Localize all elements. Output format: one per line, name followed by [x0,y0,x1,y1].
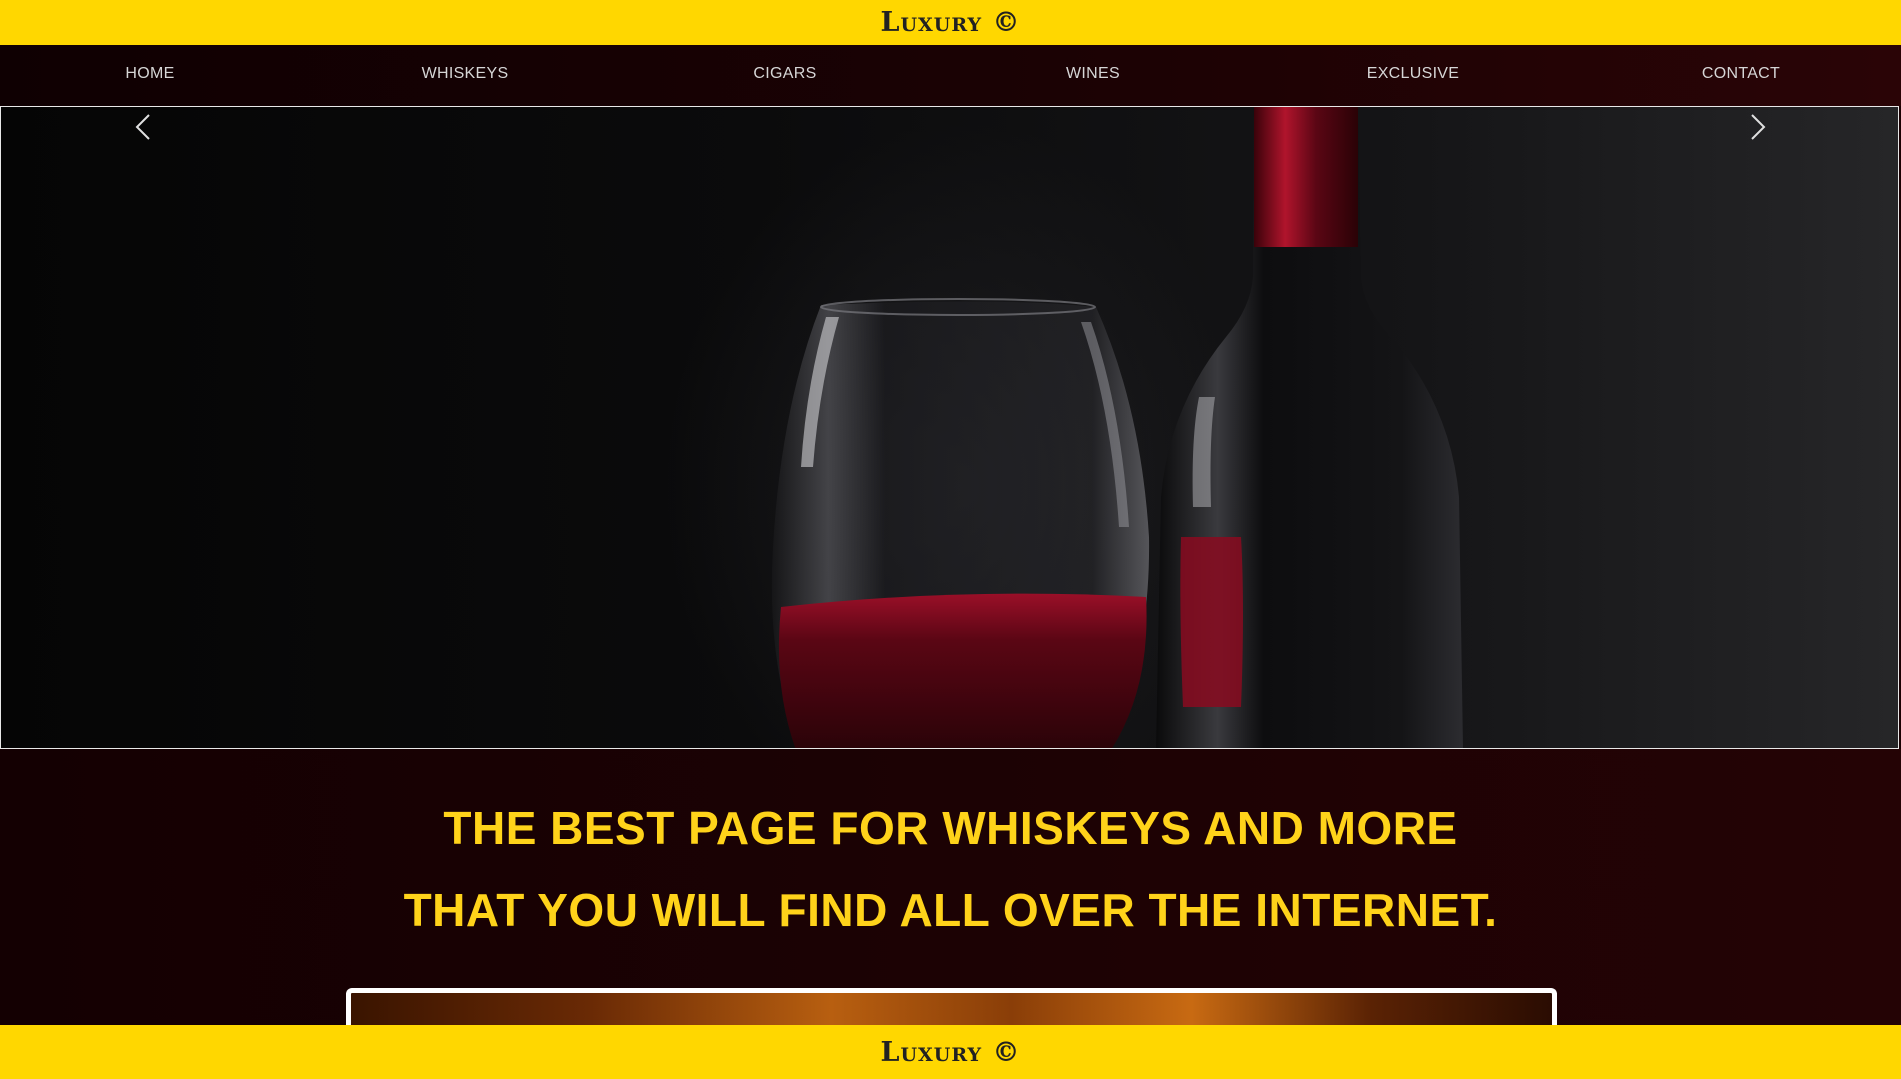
hero-slider [0,106,1899,749]
main-content: The best page for whiskeys and more that… [0,749,1901,1025]
nav-item-whiskeys[interactable]: Whiskeys [422,65,509,83]
bottom-brand-bar: Luxury © [0,1025,1901,1079]
wine-bottle [1156,107,1463,748]
wine-glass [771,298,1150,748]
chevron-right-icon[interactable] [1742,107,1772,147]
nav-item-wines[interactable]: Wines [1066,65,1120,83]
headline-line-1: The best page for whiskeys and more [443,802,1458,854]
nav-item-home[interactable]: Home [125,65,174,83]
hero-image [771,107,1463,748]
nav-item-cigars[interactable]: Cigars [753,65,816,83]
chevron-left-icon[interactable] [129,107,159,147]
headline-line-2: that you will find all over the internet… [403,884,1498,936]
brand-logo[interactable]: Luxury © [880,7,1020,38]
footer-brand-logo[interactable]: Luxury © [880,1037,1020,1068]
main-nav: Home Whiskeys Cigars Wines Exclusive Con… [0,45,1901,106]
nav-item-contact[interactable]: Contact [1702,65,1780,83]
nav-item-exclusive[interactable]: Exclusive [1367,65,1460,83]
top-brand-bar: Luxury © [0,0,1901,45]
